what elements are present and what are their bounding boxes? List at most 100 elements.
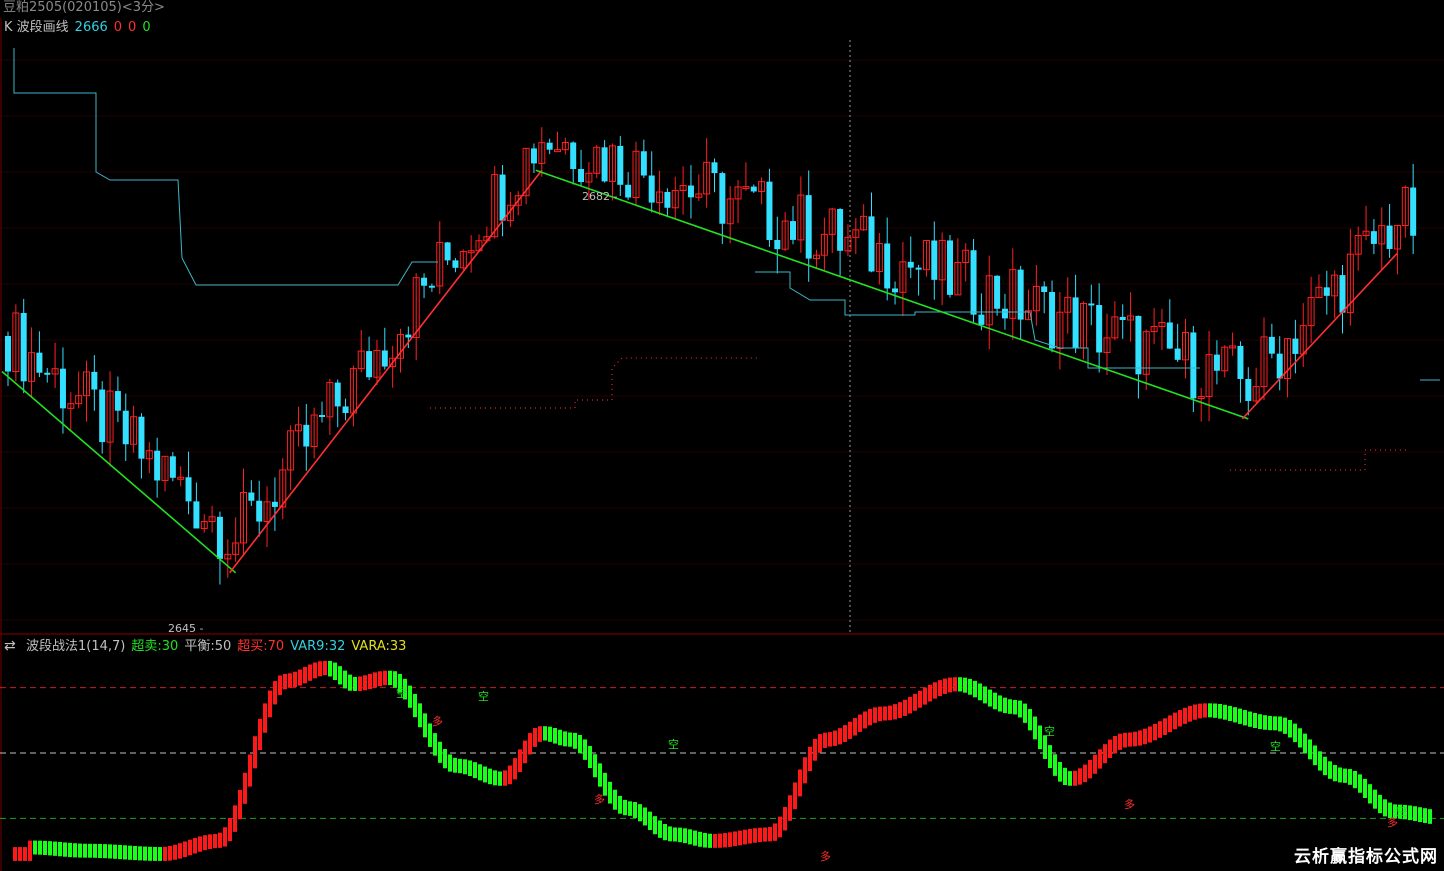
candle-body-down — [719, 173, 726, 224]
osc-bar-up — [858, 714, 862, 732]
osc-bar-up — [223, 827, 227, 847]
osc-bar-up — [768, 827, 772, 842]
osc-bar-up — [368, 673, 372, 690]
osc-bar-down — [598, 763, 602, 787]
candle-body-down — [428, 285, 435, 288]
osc-bar-up — [778, 816, 782, 838]
osc-bar-up — [853, 718, 857, 736]
osc-bar-down — [698, 831, 702, 847]
osc-bar-down — [53, 841, 57, 856]
osc-bar-down — [93, 843, 97, 858]
candle-body-down — [5, 336, 11, 372]
candle-body-down — [640, 151, 647, 176]
osc-bar-up — [803, 757, 807, 784]
candle-body-down — [892, 288, 899, 293]
osc-bar-up — [813, 738, 817, 761]
osc-bar-up — [1163, 718, 1167, 736]
osc-bar-down — [453, 757, 457, 773]
osc-bar-down — [83, 843, 87, 858]
osc-bar-down — [613, 789, 617, 810]
sub-legend: ⇄ 波段战法1(14,7) 超卖:30 平衡:50 超买:70 VAR9:32 VARA:3… — [4, 638, 412, 655]
candles — [5, 127, 1417, 585]
osc-bar-up — [713, 833, 717, 848]
candle-body-down — [1292, 338, 1299, 354]
candle-body-down — [303, 424, 310, 447]
osc-bar-down — [333, 662, 337, 681]
osc-bar-up — [283, 673, 287, 690]
osc-bar-down — [683, 828, 687, 844]
osc-bar-down — [1243, 710, 1247, 726]
osc-bar-up — [928, 684, 932, 702]
osc-bar-down — [663, 823, 667, 841]
osc-bar-up — [893, 704, 897, 720]
osc-bar-up — [298, 669, 302, 686]
osc-bar-down — [588, 746, 592, 769]
osc-bar-up — [523, 740, 527, 764]
osc-bar-down — [688, 829, 692, 845]
osc-bar-up — [288, 673, 292, 688]
candle-body-down — [625, 184, 632, 198]
candle-body-down — [381, 350, 388, 367]
osc-bar-down — [1293, 723, 1297, 743]
osc-bar-down — [1308, 739, 1312, 760]
osc-bar-up — [783, 806, 787, 831]
osc-bar-down — [1418, 807, 1422, 823]
candle-body-down — [334, 382, 341, 407]
osc-bar-down — [1228, 705, 1232, 721]
osc-bar-down — [583, 739, 587, 760]
osc-bar-down — [488, 768, 492, 785]
osc-bar-down — [1363, 778, 1367, 799]
osc-bar-up — [508, 765, 512, 785]
osc-bar-down — [1053, 754, 1057, 776]
osc-bar-down — [38, 840, 42, 855]
osc-bar-up — [883, 706, 887, 721]
sub-indicator-name[interactable]: 波段战法1(14,7) — [26, 639, 125, 654]
osc-bar-down — [693, 830, 697, 846]
osc-bar-down — [983, 686, 987, 704]
candle-body-down — [1213, 354, 1220, 371]
osc-bar-up — [218, 832, 222, 848]
osc-bar-up — [898, 702, 902, 718]
candle-body-down — [1410, 187, 1417, 236]
candle-body-down — [868, 216, 875, 272]
osc-bar-down — [73, 843, 77, 858]
osc-bar-down — [33, 840, 37, 855]
osc-bar-up — [1178, 710, 1182, 727]
osc-bar-down — [418, 703, 422, 728]
osc-bar-up — [933, 682, 937, 699]
osc-bar-up — [313, 662, 317, 679]
osc-bar-up — [1123, 732, 1127, 748]
osc-bar-up — [1113, 736, 1117, 754]
candle-body-down — [122, 410, 129, 445]
osc-bar-up — [718, 833, 722, 848]
osc-bar-up — [943, 678, 947, 694]
swap-icon[interactable]: ⇄ — [4, 638, 20, 654]
osc-bar-down — [573, 732, 577, 749]
candle-body-down — [1245, 378, 1252, 401]
candle-body-down — [319, 415, 325, 418]
candle-body-down — [1174, 348, 1181, 360]
vara-value: VARA:33 — [351, 639, 407, 654]
osc-bar-down — [578, 734, 582, 754]
osc-bar-up — [923, 687, 927, 705]
candle-body-down — [405, 334, 412, 338]
osc-bar-down — [343, 670, 347, 689]
osc-bar-up — [363, 675, 367, 691]
osc-bar-up — [1083, 764, 1087, 783]
osc-bar-down — [328, 660, 332, 677]
sell-signal: 空 — [668, 737, 679, 751]
wave-line-down — [535, 169, 1249, 420]
sell-signal: 空 — [478, 689, 489, 703]
osc-bar-up — [818, 734, 822, 753]
osc-bar-up — [888, 705, 892, 721]
candle-body-down — [601, 147, 608, 182]
osc-bar-up — [383, 670, 387, 686]
osc-bar-up — [263, 703, 267, 733]
kline-chart[interactable]: 2682 -2645 -空 空空空空空多多多多多 — [0, 0, 1444, 871]
osc-bar-up — [738, 830, 742, 846]
osc-bar-up — [1193, 704, 1197, 720]
osc-bar-down — [483, 766, 487, 783]
osc-bar-down — [393, 671, 397, 688]
osc-bar-down — [1033, 716, 1037, 740]
candle-body-down — [578, 168, 585, 183]
